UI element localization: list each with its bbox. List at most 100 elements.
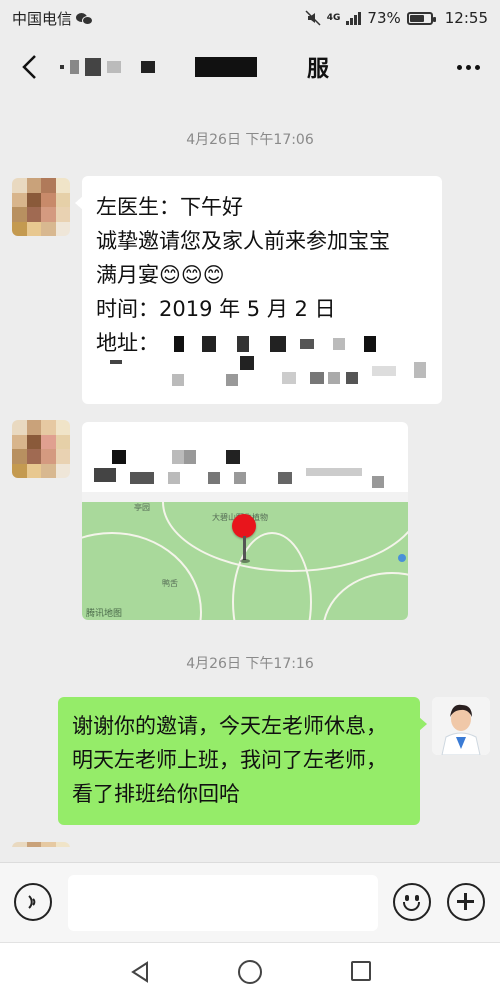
redacted-address: [363, 336, 376, 352]
location-title-redacted: [82, 422, 408, 492]
redacted-block: [110, 360, 122, 364]
redacted-name-1: [60, 65, 64, 69]
redacted-name-2: [70, 60, 79, 74]
carrier-name: 中国电信: [12, 9, 73, 28]
redacted-block: [282, 372, 296, 384]
map-road-top: [82, 492, 408, 502]
redacted-address-line-2: [110, 356, 430, 390]
redacted-address: [237, 336, 250, 352]
more-dot: [465, 64, 471, 70]
chevron-left-icon: [22, 55, 36, 79]
redacted-block: [372, 476, 384, 488]
user-avatar[interactable]: [432, 697, 490, 755]
redacted-block: [112, 450, 126, 464]
map-label-2: 鸭舌: [162, 579, 178, 588]
redacted-block: [184, 450, 196, 464]
back-button[interactable]: [14, 47, 44, 87]
map-brand: 腾讯地图: [86, 609, 123, 619]
redacted-block: [226, 374, 238, 386]
redacted-name-4: [107, 61, 121, 73]
redacted-block: [414, 362, 426, 378]
status-right: 4G 73% 12:55: [305, 9, 488, 27]
redacted-block: [240, 356, 254, 370]
emoji-icon-eye: [415, 895, 419, 901]
reply-line-1: 谢谢你的邀请，今天左老师休息，: [72, 714, 387, 738]
invite-address-row: 地址：: [96, 326, 430, 360]
redacted-block: [372, 366, 396, 376]
invite-line-1: 左医生：下午好: [96, 195, 243, 219]
invite-line-4: 时间：2019 年 5 月 2 日: [96, 297, 336, 321]
recent-square-icon[interactable]: [351, 961, 371, 981]
map-info-icon: [398, 554, 406, 562]
invite-line-2: 诚挚邀请您及家人前来参加宝宝: [96, 229, 390, 253]
reply-line-3: 看了排班给你回哈: [72, 782, 240, 806]
reply-message-bubble[interactable]: 谢谢你的邀请，今天左老师休息， 明天左老师上班，我问了左老师， 看了排班给你回哈: [58, 697, 427, 825]
redacted-address: [202, 336, 217, 352]
location-message-card[interactable]: 大碧山野生植物 鸭舌 亭园 腾讯地图: [82, 422, 408, 620]
contact-avatar[interactable]: [12, 178, 70, 236]
status-left: 中国电信: [12, 8, 94, 29]
redacted-block: [306, 468, 362, 476]
back-triangle-icon[interactable]: [128, 960, 152, 984]
chat-header: 服: [0, 36, 500, 98]
emoji-icon-eye: [405, 895, 409, 901]
redacted-block: [234, 472, 246, 484]
battery-percent: 73%: [367, 9, 401, 27]
redacted-block: [130, 472, 154, 484]
plus-button[interactable]: [447, 883, 485, 921]
clock: 12:55: [444, 9, 488, 27]
redacted-block: [172, 374, 184, 386]
redacted-block: [168, 472, 180, 484]
location-pin-icon: [232, 514, 256, 538]
contact-avatar[interactable]: [12, 420, 70, 478]
input-bar: [0, 862, 500, 942]
invite-message-bubble[interactable]: 左医生：下午好 诚挚邀请您及家人前来参加宝宝 满月宴😊😊😊 时间：2019 年 …: [75, 176, 442, 404]
mute-icon: [305, 10, 321, 26]
redacted-block: [310, 372, 324, 384]
redacted-address: [173, 336, 184, 352]
status-bar: 中国电信 4G 73% 12:55: [0, 0, 500, 36]
emoji-icon-mouth: [403, 902, 420, 911]
redacted-block: [278, 472, 292, 484]
battery-fill: [409, 14, 425, 22]
location-pin-stem: [243, 536, 246, 560]
redacted-name-5: [141, 61, 155, 73]
timestamp-2: 4月26日 下午17:16: [186, 656, 314, 672]
more-button[interactable]: [450, 49, 486, 85]
redacted-block: [208, 472, 220, 484]
map-preview[interactable]: 大碧山野生植物 鸭舌 亭园 腾讯地图: [82, 492, 408, 620]
redacted-block: [226, 450, 240, 464]
redacted-block: [94, 468, 116, 482]
contact-avatar-partial: [12, 842, 70, 862]
redacted-name-3: [85, 58, 101, 76]
wechat-icon: [76, 12, 94, 25]
more-dot: [474, 64, 480, 70]
redacted-block: [346, 372, 358, 384]
emoji-button[interactable]: [393, 883, 431, 921]
redacted-block: [172, 450, 184, 464]
system-nav-bar: [0, 942, 500, 1000]
timestamp-1: 4月26日 下午17:06: [186, 132, 314, 148]
map-label-3: 亭园: [134, 503, 150, 512]
title-visible-char: 服: [307, 57, 330, 82]
redacted-address: [269, 336, 286, 352]
message-input[interactable]: [68, 875, 378, 931]
network-type: 4G: [326, 12, 341, 23]
voice-icon: [28, 895, 36, 909]
address-label: 地址：: [96, 331, 159, 355]
smile-emoji-icon: 😊😊😊: [159, 263, 225, 287]
voice-button[interactable]: [14, 883, 52, 921]
invite-line-3: 满月宴: [96, 263, 159, 287]
redacted-address: [300, 339, 315, 349]
chat-title: 服: [60, 52, 329, 82]
battery-icon: [406, 11, 436, 25]
redacted-address: [333, 338, 346, 350]
redacted-block: [328, 372, 340, 384]
redacted-name-6: [195, 57, 257, 77]
home-circle-icon[interactable]: [238, 960, 262, 984]
reply-line-2: 明天左老师上班，我问了左老师，: [72, 748, 387, 772]
location-pin-base: [240, 559, 250, 563]
invite-line-3-row: 满月宴😊😊😊: [96, 258, 430, 292]
more-dot: [456, 64, 462, 70]
map-road: [322, 572, 408, 620]
